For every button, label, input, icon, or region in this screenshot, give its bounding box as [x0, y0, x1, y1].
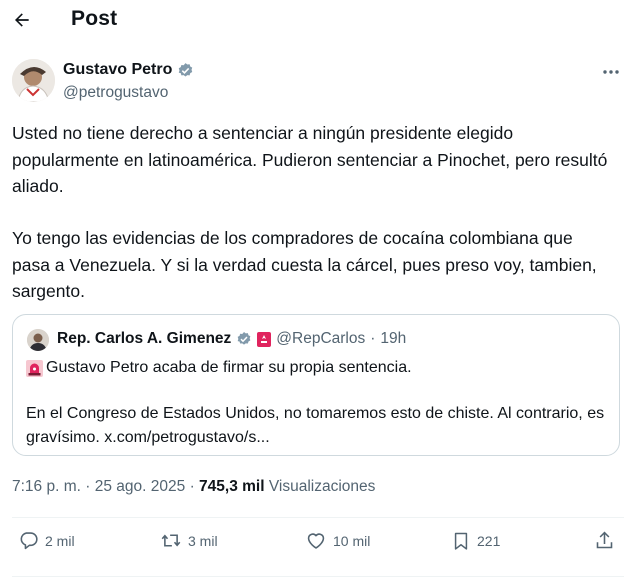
author-name[interactable]: Gustavo Petro: [63, 61, 172, 79]
page-title: Post: [71, 7, 118, 30]
quote-text-line: Gustavo Petro acaba de firmar su propia …: [26, 359, 412, 377]
quote-time: 19h: [380, 330, 407, 347]
tweet-time[interactable]: 7:16 p. m.: [12, 478, 81, 495]
verified-badge-icon: [177, 62, 194, 79]
quote-header: Rep. Carlos A. Gimenez @RepCarlos · 19h: [57, 330, 406, 348]
like-button[interactable]: 10 mil: [305, 530, 370, 551]
quote-avatar: [27, 329, 49, 351]
bookmark-button[interactable]: 221: [451, 530, 500, 552]
author-handle[interactable]: @petrogustavo: [63, 84, 168, 102]
quote-author-name: Rep. Carlos A. Gimenez: [57, 330, 232, 347]
repost-button[interactable]: 3 mil: [160, 530, 218, 551]
tweet-text-paragraph: Usted no tiene derecho a sentenciar a ni…: [12, 123, 608, 196]
verified-badge-icon: [236, 331, 252, 347]
divider: [12, 576, 624, 577]
bookmark-count: 221: [477, 533, 501, 549]
reply-icon: [18, 530, 39, 551]
avatar[interactable]: [12, 59, 55, 102]
repost-count: 3 mil: [188, 532, 218, 549]
share-button[interactable]: [594, 530, 615, 551]
more-icon: [602, 69, 620, 75]
repost-icon: [160, 530, 182, 551]
tweet-date[interactable]: 25 ago. 2025: [95, 478, 186, 495]
like-count: 10 mil: [333, 532, 371, 549]
meta-separator: ·: [85, 478, 91, 495]
quote-text: En el Congreso de Estados Unidos, no tom…: [26, 405, 605, 446]
bookmark-icon: [451, 530, 471, 552]
author-name-row: Gustavo Petro: [63, 61, 194, 79]
divider: [12, 517, 624, 518]
more-button[interactable]: [598, 62, 624, 82]
quoted-tweet[interactable]: Rep. Carlos A. Gimenez @RepCarlos · 19h …: [12, 314, 620, 456]
quote-text: Gustavo Petro acaba de firmar su propia …: [46, 359, 412, 376]
tweet-text-paragraph: Yo tengo las evidencias de los comprador…: [12, 228, 597, 301]
quote-author-handle: @RepCarlos: [276, 330, 366, 347]
like-icon: [305, 530, 327, 551]
back-button[interactable]: [6, 4, 38, 36]
reply-button[interactable]: 2 mil: [18, 530, 75, 551]
siren-icon: [26, 359, 43, 377]
share-icon: [594, 530, 615, 551]
back-arrow-icon: [12, 10, 32, 30]
tweet-meta: 7:16 p. m. · 25 ago. 2025 · 745,3 mil Vi…: [12, 478, 375, 496]
views-count: 745,3 mil: [199, 478, 265, 495]
flag-icon: [257, 331, 272, 347]
quote-separator: ·: [370, 330, 376, 347]
meta-separator: ·: [189, 478, 195, 495]
reply-count: 2 mil: [45, 532, 75, 549]
views-label: Visualizaciones: [268, 478, 376, 495]
